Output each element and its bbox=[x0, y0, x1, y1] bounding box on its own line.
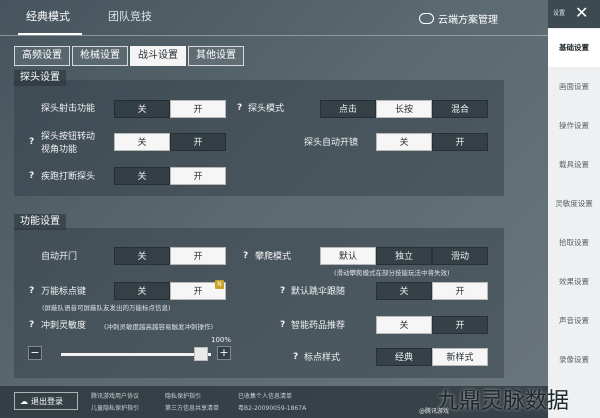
footer-link-info-list[interactable]: 已收集个人信息清单 bbox=[238, 391, 292, 400]
sprint-peek-off[interactable]: 关 bbox=[114, 167, 170, 185]
smart-medicine-toggle: 关 开 bbox=[376, 316, 488, 334]
footer-license-number: 粤B2-20090059-1867A bbox=[238, 405, 307, 412]
peek-rotate-help-icon[interactable]: ? bbox=[29, 137, 34, 147]
universal-mark-toggle: 关 开 bbox=[114, 282, 226, 300]
smart-medicine-help-icon[interactable]: ? bbox=[280, 320, 285, 330]
sprint-peek-toggle: 关 开 bbox=[114, 167, 226, 185]
sidebar-item-sensitivity[interactable]: 灵敏度设置 bbox=[548, 185, 600, 223]
mark-style-new[interactable]: 新样式 bbox=[432, 348, 488, 366]
sidebar-item-controls[interactable]: 操作设置 bbox=[548, 107, 600, 145]
peek-rotate-toggle: 关 开 bbox=[114, 133, 226, 151]
peek-fire-on[interactable]: 开 bbox=[170, 100, 226, 118]
peek-rotate-label-line1: 探头按钮转动 bbox=[41, 132, 96, 142]
parachute-follow-on[interactable]: 开 bbox=[432, 282, 488, 300]
smart-medicine-label: 智能药品推荐 bbox=[291, 321, 346, 331]
peek-auto-scope-off[interactable]: 关 bbox=[376, 133, 432, 151]
subtab-high-frequency[interactable]: 高频设置 bbox=[14, 46, 70, 66]
auto-door-off[interactable]: 关 bbox=[114, 247, 170, 265]
tab-team-deathmatch[interactable]: 团队竞技 bbox=[108, 0, 152, 34]
sprint-sensitivity-help-icon[interactable]: ? bbox=[29, 320, 34, 330]
mark-style-label: 标点样式 bbox=[304, 353, 341, 363]
sensitivity-decrease-button[interactable]: − bbox=[28, 346, 42, 360]
logout-label: 退出登录 bbox=[31, 396, 63, 406]
parachute-follow-off[interactable]: 关 bbox=[376, 282, 432, 300]
peek-section-title: 探头设置 bbox=[14, 70, 66, 86]
sprint-sensitivity-label: 冲刺灵敏度 bbox=[41, 321, 87, 331]
universal-mark-hint: (屏蔽队语音可屏蔽队友发出的万能标点信息) bbox=[42, 304, 171, 312]
peek-mode-hold[interactable]: 长按 bbox=[376, 100, 432, 118]
sidebar-item-graphics[interactable]: 画面设置 bbox=[548, 68, 600, 106]
sidebar-item-vehicle[interactable]: 载具设置 bbox=[548, 146, 600, 184]
auto-door-on[interactable]: 开 bbox=[170, 247, 226, 265]
climb-mode-hint: (滑动攀爬模式在部分技能玩法中将失效) bbox=[334, 269, 450, 277]
logout-icon: ☁ bbox=[20, 396, 28, 406]
auto-door-toggle: 关 开 bbox=[114, 247, 226, 265]
mark-style-classic[interactable]: 经典 bbox=[376, 348, 432, 366]
tab-classic-mode[interactable]: 经典模式 bbox=[26, 0, 70, 34]
peek-mode-selector: 点击 长按 混合 bbox=[320, 100, 488, 118]
sprint-peek-help-icon[interactable]: ? bbox=[29, 171, 34, 181]
climb-mode-selector: 默认 独立 滑动 bbox=[320, 247, 488, 265]
sprint-peek-on[interactable]: 开 bbox=[170, 167, 226, 185]
sidebar-item-basic[interactable]: 基础设置 bbox=[548, 29, 600, 67]
peek-auto-scope-toggle: 关 开 bbox=[376, 133, 488, 151]
sprint-sensitivity-hint: (冲刺灵敏度越高越容易触发冲刺操作) bbox=[104, 323, 214, 331]
smart-medicine-on[interactable]: 开 bbox=[432, 316, 488, 334]
smart-medicine-off[interactable]: 关 bbox=[376, 316, 432, 334]
new-badge-icon: N bbox=[215, 280, 224, 289]
subtab-combat[interactable]: 战斗设置 bbox=[130, 46, 186, 66]
parachute-follow-help-icon[interactable]: ? bbox=[280, 286, 285, 296]
sensitivity-slider-track[interactable] bbox=[61, 353, 211, 356]
peek-rotate-label-line2: 视角功能 bbox=[41, 145, 78, 155]
peek-mode-help-icon[interactable]: ? bbox=[237, 103, 242, 113]
climb-mode-help-icon[interactable]: ? bbox=[243, 251, 248, 261]
watermark-small-text: @腾讯游戏 bbox=[419, 408, 450, 415]
footer-link-user-agreement[interactable]: 腾讯游戏用户协议 bbox=[91, 391, 139, 400]
peek-fire-off[interactable]: 关 bbox=[114, 100, 170, 118]
watermark-text: 九鼎灵脉数据 bbox=[437, 389, 570, 414]
footer-link-third-party[interactable]: 第三方信息共享清单 bbox=[165, 403, 219, 412]
peek-rotate-on[interactable]: 开 bbox=[170, 133, 226, 151]
universal-mark-off[interactable]: 关 bbox=[114, 282, 170, 300]
peek-fire-toggle: 关 开 bbox=[114, 100, 226, 118]
sidebar-item-replay[interactable]: 录像设置 bbox=[548, 341, 600, 379]
subtab-other[interactable]: 其他设置 bbox=[188, 46, 244, 66]
close-icon[interactable]: ✕ bbox=[575, 5, 588, 21]
sprint-peek-label: 疾跑打断探头 bbox=[41, 172, 96, 182]
subtab-weapon[interactable]: 枪械设置 bbox=[72, 46, 128, 66]
peek-auto-scope-label: 探头自动开镜 bbox=[304, 138, 359, 148]
climb-mode-default[interactable]: 默认 bbox=[320, 247, 376, 265]
sidebar-item-sound[interactable]: 声音设置 bbox=[548, 302, 600, 340]
peek-mode-label: 探头模式 bbox=[248, 104, 285, 114]
cloud-scheme-button[interactable]: 云端方案管理 bbox=[419, 9, 498, 27]
sensitivity-slider-thumb[interactable] bbox=[194, 347, 208, 361]
universal-mark-label: 万能标点键 bbox=[41, 287, 87, 297]
cloud-scheme-label: 云端方案管理 bbox=[438, 14, 498, 26]
sprint-sensitivity-value: 100% bbox=[211, 336, 232, 344]
sensitivity-increase-button[interactable]: + bbox=[217, 346, 231, 360]
sidebar-item-effects[interactable]: 效果设置 bbox=[548, 263, 600, 301]
peek-mode-mixed[interactable]: 混合 bbox=[432, 100, 488, 118]
auto-door-label: 自动开门 bbox=[41, 252, 78, 262]
header-divider bbox=[0, 35, 548, 36]
cloud-icon bbox=[419, 12, 434, 24]
logout-button[interactable]: ☁ 退出登录 bbox=[14, 392, 78, 410]
peek-auto-scope-on[interactable]: 开 bbox=[432, 133, 488, 151]
climb-mode-label: 攀爬模式 bbox=[255, 252, 292, 262]
universal-mark-help-icon[interactable]: ? bbox=[29, 286, 34, 296]
mark-style-help-icon[interactable]: ? bbox=[293, 352, 298, 362]
climb-mode-independent[interactable]: 独立 bbox=[376, 247, 432, 265]
peek-rotate-off[interactable]: 关 bbox=[114, 133, 170, 151]
footer-link-privacy[interactable]: 隐私保护指引 bbox=[165, 391, 201, 400]
function-section-title: 功能设置 bbox=[14, 214, 66, 230]
sidebar-title: 设置 bbox=[553, 10, 566, 17]
parachute-follow-label: 默认跳伞跟随 bbox=[291, 287, 346, 297]
climb-mode-slide[interactable]: 滑动 bbox=[432, 247, 488, 265]
parachute-follow-toggle: 关 开 bbox=[376, 282, 488, 300]
sidebar-item-pickup[interactable]: 拾取设置 bbox=[548, 224, 600, 262]
footer-link-child-privacy[interactable]: 儿童隐私保护指引 bbox=[91, 403, 139, 412]
peek-fire-label: 探头射击功能 bbox=[41, 104, 96, 114]
peek-mode-click[interactable]: 点击 bbox=[320, 100, 376, 118]
mark-style-selector: 经典 新样式 bbox=[376, 348, 488, 366]
